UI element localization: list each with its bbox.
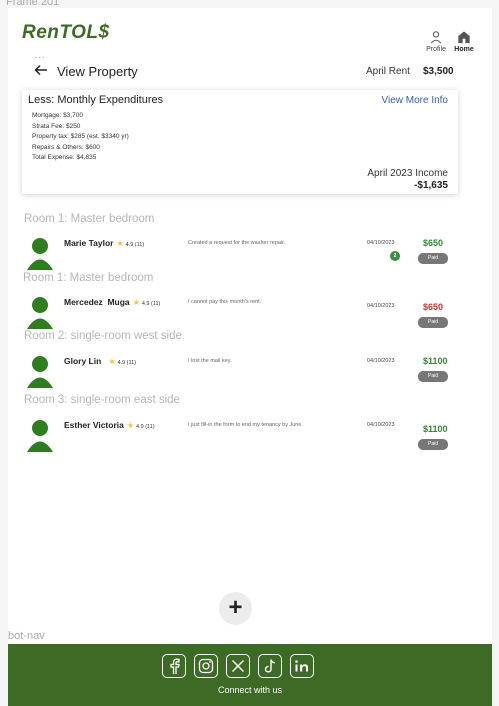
profile-nav-button[interactable]: Profile bbox=[426, 30, 446, 53]
bot-nav-label: bot-nav bbox=[8, 630, 45, 642]
tenant-amount: $650 bbox=[423, 302, 444, 312]
page-title: View Property bbox=[57, 64, 138, 79]
room-heading: Room 3: single-room east side bbox=[24, 394, 180, 406]
connect-label: Connect with us bbox=[217, 685, 283, 695]
avatar-icon[interactable] bbox=[25, 418, 55, 452]
user-icon bbox=[430, 31, 442, 44]
tenant-name[interactable]: Esther Victoria ★ 4.9 (11) bbox=[64, 420, 155, 430]
expense-item: Repairs & Others: $600 bbox=[32, 143, 100, 151]
tenant-message[interactable]: I lost the mail key. bbox=[188, 358, 232, 364]
tenant-name[interactable]: Marie Taylor ★ 4.9 (11) bbox=[64, 238, 144, 248]
home-icon bbox=[458, 31, 470, 44]
instagram-icon[interactable] bbox=[194, 654, 218, 678]
tenant-row[interactable]: Marie Taylor ★ 4.9 (11) Created a request … bbox=[23, 236, 478, 274]
room-heading: Room 1: Master bedroom bbox=[23, 272, 154, 284]
tenant-row[interactable]: Esther Victoria ★ 4.9 (11) I just fill-in … bbox=[23, 418, 478, 456]
status-badge[interactable]: Paid bbox=[418, 439, 448, 450]
tenant-amount: $1100 bbox=[423, 424, 448, 434]
app-frame: RenTOL$ Profile Home ... View Property A… bbox=[8, 8, 492, 706]
avatar-icon[interactable] bbox=[25, 354, 55, 388]
income-value: -$1,635 bbox=[414, 180, 448, 191]
expenditures-card: Less: Monthly Expenditures View More Inf… bbox=[22, 90, 458, 194]
social-links bbox=[162, 654, 314, 678]
expense-item: Strata Fee: $250 bbox=[32, 122, 81, 130]
star-icon: ★ bbox=[108, 357, 116, 366]
star-icon: ★ bbox=[116, 239, 124, 248]
tenant-rating: 4.9 (11) bbox=[117, 360, 137, 366]
rent-value: $3,500 bbox=[423, 66, 454, 77]
tenant-name[interactable]: Mercedez Muga ★ 4.9 (11) bbox=[64, 297, 160, 307]
expense-item: Property tax: $285 (est. $3340 yr) bbox=[32, 133, 129, 140]
tenant-name-text: Mercedez Muga bbox=[64, 297, 130, 307]
star-icon: ★ bbox=[126, 421, 135, 430]
tenant-row[interactable]: Mercedez Muga ★ 4.9 (11) I cannot pay this… bbox=[23, 295, 478, 333]
room-heading: Room 2: single-room west side bbox=[24, 330, 182, 342]
tenant-message[interactable]: I just fill-in the form to end my tenanc… bbox=[188, 422, 303, 428]
bottom-nav: Connect with us bbox=[8, 644, 492, 706]
rent-label: April Rent bbox=[366, 66, 410, 77]
expense-total: Total Expense: $4,835 bbox=[32, 154, 97, 161]
view-more-info-link[interactable]: View More Info bbox=[381, 95, 448, 106]
back-arrow-icon[interactable] bbox=[34, 63, 48, 80]
tenant-date: 04/10/2023 bbox=[367, 303, 395, 309]
linkedin-icon[interactable] bbox=[290, 654, 314, 678]
status-badge[interactable]: Paid bbox=[418, 371, 448, 382]
frame-label: Frame 201 bbox=[6, 0, 60, 8]
tenant-date: 04/10/2023 bbox=[367, 358, 395, 364]
expenditures-title: Less: Monthly Expenditures bbox=[28, 94, 164, 106]
tenant-name-text: Glory Lin bbox=[64, 356, 102, 366]
facebook-icon[interactable] bbox=[162, 654, 186, 678]
room-heading: Room 1: Master bedroom bbox=[24, 213, 155, 225]
tenant-rating: 4.9 (11) bbox=[136, 424, 155, 430]
tenant-rating: 4.9 (11) bbox=[141, 301, 161, 307]
tiktok-icon[interactable] bbox=[258, 654, 282, 678]
expenditure-list: Mortgage: $3,700 Strata Fee: $250 Proper… bbox=[32, 111, 129, 164]
tenant-message[interactable]: Created a request for the washer repair. bbox=[188, 240, 285, 246]
avatar-icon[interactable] bbox=[25, 295, 55, 329]
home-nav-button[interactable]: Home bbox=[454, 30, 474, 53]
top-nav: Profile Home bbox=[426, 30, 474, 53]
tenant-rating: 4.9 (11) bbox=[125, 242, 145, 248]
tenant-amount: $650 bbox=[423, 238, 444, 248]
tenant-row[interactable]: Glory Lin ★ 4.9 (11) I lost the mail key. … bbox=[23, 354, 478, 392]
income-label: April 2023 Income bbox=[367, 168, 448, 179]
expense-item: Mortgage: $3,700 bbox=[32, 112, 83, 119]
tenant-date: 04/10/2023 bbox=[367, 422, 395, 428]
add-button[interactable]: + bbox=[219, 592, 252, 625]
tenant-date: 04/10/2023 bbox=[367, 240, 395, 246]
x-icon[interactable] bbox=[226, 654, 250, 678]
tenant-message[interactable]: I cannot pay this month's rent. bbox=[188, 299, 261, 305]
avatar-icon[interactable] bbox=[25, 236, 55, 270]
profile-label: Profile bbox=[426, 46, 446, 53]
tenant-name-text: Marie Taylor bbox=[64, 238, 114, 248]
tenant-name-text: Esther Victoria bbox=[64, 420, 124, 430]
notification-badge[interactable]: 2 bbox=[390, 251, 400, 261]
star-icon: ★ bbox=[132, 298, 140, 307]
brand-logo[interactable]: RenTOL$ bbox=[22, 22, 110, 44]
home-label: Home bbox=[454, 46, 474, 53]
tenant-amount: $1100 bbox=[423, 356, 448, 366]
more-dots: ... bbox=[35, 50, 46, 60]
status-badge[interactable]: Paid bbox=[418, 317, 448, 328]
tenant-name[interactable]: Glory Lin ★ 4.9 (11) bbox=[64, 356, 136, 366]
status-badge[interactable]: Paid bbox=[418, 253, 448, 264]
